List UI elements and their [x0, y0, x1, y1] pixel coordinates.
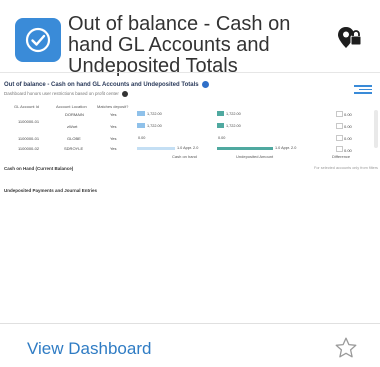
table-cell: 0.00: [344, 124, 352, 129]
cash-axis: [137, 147, 175, 150]
bar-undeposited: [217, 123, 224, 128]
table-cell: 0.00: [344, 148, 352, 153]
table-cell: Yes: [110, 112, 117, 117]
card-title[interactable]: Out of balance - Cash on hand GL Account…: [68, 14, 326, 77]
table-cell: GLOBE: [67, 136, 81, 141]
column-header: GL Account Id: [14, 104, 39, 109]
dashboard-card[interactable]: Out of balance - Cash on hand GL Account…: [0, 0, 380, 367]
filter-icon: [354, 83, 372, 97]
preview-subtitle: Dashboard honors user restrictions based…: [4, 91, 128, 97]
diff-box: [336, 123, 343, 129]
table-cell: SDROYLE: [64, 146, 84, 151]
axis-tick: 1.0 Appr. 2.0: [177, 146, 199, 150]
axis-tick: 1.0 Appr. 2.0: [275, 146, 297, 150]
location-lock-icon-small: [121, 91, 128, 97]
location-lock-icon: [338, 27, 362, 48]
table-cell: Yes: [110, 124, 117, 129]
section-undeposited: Undeposited Payments and Journal Entries: [4, 188, 98, 193]
star-outline-icon[interactable]: [334, 336, 358, 360]
bar-label: 1,722.00: [147, 124, 162, 128]
card-header: Out of balance - Cash on hand GL Account…: [0, 0, 380, 77]
diff-box: [336, 146, 343, 152]
checkmark-circle-icon: [25, 27, 51, 53]
table-cell: 1100000-02: [18, 146, 40, 151]
undeposited-axis: [217, 147, 273, 150]
table-cell: Yes: [110, 146, 117, 151]
bar-cash: [137, 123, 145, 128]
table-cell: 1100000-01: [18, 136, 40, 141]
bar-undeposited: [217, 111, 224, 116]
axis-label-difference: Difference: [332, 154, 351, 159]
card-footer: View Dashboard: [0, 324, 380, 367]
preview-note: For selected accounts only from filters: [314, 166, 378, 170]
preview-scrollbar: [374, 110, 378, 148]
table-cell: 1100000-01: [18, 119, 40, 124]
axis-label-undeposited: Undeposited Amount: [236, 154, 274, 159]
table-cell: 0.00: [344, 136, 352, 141]
axis-label-cash: Cash on hand: [172, 154, 197, 159]
table-cell: 0.00: [344, 112, 352, 117]
column-header: Matches deposit?: [97, 104, 129, 109]
table-cell: Yes: [110, 136, 117, 141]
bar-label: 1,722.00: [226, 124, 241, 128]
diff-box: [336, 111, 343, 117]
app-badge: [15, 18, 61, 62]
table-cell: DORMAIN: [65, 112, 84, 117]
bar-label: 1,722.00: [147, 112, 162, 116]
bar-label: 0.00: [218, 136, 226, 140]
column-header: Account Location: [56, 104, 87, 109]
view-dashboard-link[interactable]: View Dashboard: [27, 339, 151, 359]
dashboard-preview-thumbnail[interactable]: Out of balance - Cash on hand GL Account…: [0, 72, 380, 324]
bar-cash: [137, 111, 145, 116]
bar-label: 1,722.00: [226, 112, 241, 116]
table-cell: zWort: [67, 124, 78, 129]
bar-label: 0.00: [138, 136, 146, 140]
info-icon: [201, 81, 209, 88]
preview-title: Out of balance - Cash on hand GL Account…: [4, 81, 209, 88]
section-cash-on-hand: Cash on Hand (Current Balance): [4, 166, 74, 171]
diff-box: [336, 135, 343, 141]
